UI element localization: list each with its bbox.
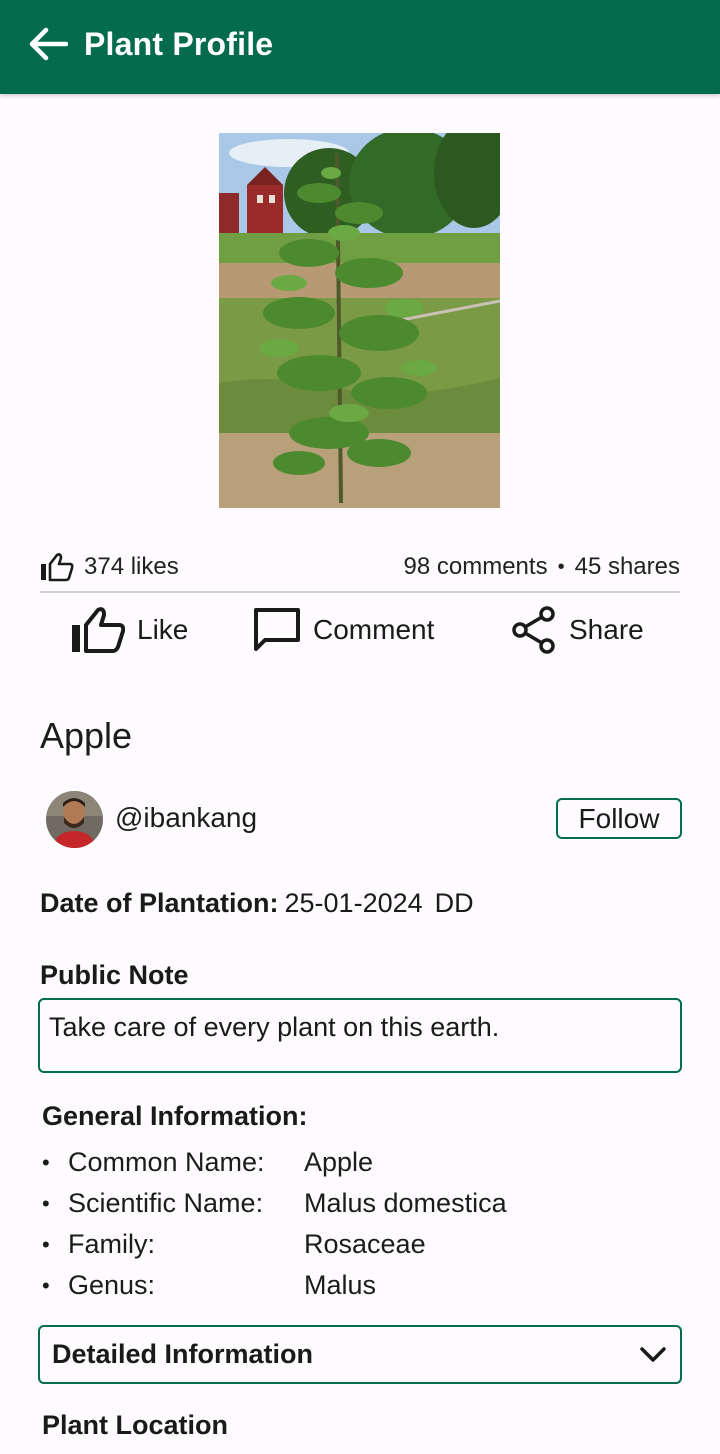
list-item: • Scientific Name: Malus domestica <box>42 1183 642 1224</box>
page-title: Plant Profile <box>84 26 274 62</box>
avatar[interactable] <box>46 791 103 848</box>
app-bar: Plant Profile <box>0 0 720 94</box>
list-item: • Family: Rosaceae <box>42 1224 642 1265</box>
info-key: Common Name: <box>68 1147 265 1177</box>
info-value: Apple <box>304 1147 374 1177</box>
public-note-title: Public Note <box>40 960 189 990</box>
bullet: • <box>42 1190 50 1216</box>
chevron-down-icon <box>638 1345 668 1365</box>
comment-button[interactable]: Comment <box>253 604 434 656</box>
stats-separator: • <box>557 555 565 578</box>
list-item: • Genus: Malus <box>42 1265 642 1306</box>
info-value: Rosaceae <box>304 1229 426 1259</box>
divider <box>40 591 680 593</box>
bullet: • <box>42 1272 50 1298</box>
thumb-up-icon <box>72 607 125 653</box>
comment-icon <box>254 608 300 651</box>
info-key: Scientific Name: <box>68 1188 264 1218</box>
share-icon <box>512 606 555 654</box>
arrow-back-icon <box>29 27 68 61</box>
info-value: Malus domestica <box>304 1188 507 1218</box>
bullet: • <box>42 1231 50 1257</box>
plant-photo[interactable] <box>219 133 500 508</box>
comments-count[interactable]: 98 comments <box>404 553 548 581</box>
general-info-list: • Common Name: Apple • Scientific Name: … <box>42 1142 642 1306</box>
detailed-info-label: Detailed Information <box>52 1339 314 1369</box>
general-info-title: General Information: <box>42 1101 308 1131</box>
share-label: Share <box>569 614 644 645</box>
comment-label: Comment <box>313 614 435 645</box>
share-button[interactable]: Share <box>511 604 644 656</box>
back-button[interactable] <box>26 24 70 64</box>
plantation-date-suffix: DD <box>434 888 474 918</box>
public-note-box: Take care of every plant on this earth. <box>38 998 682 1073</box>
owner-username[interactable]: @ibankang <box>115 802 257 834</box>
info-key: Genus: <box>68 1270 156 1300</box>
info-value: Malus <box>304 1270 377 1300</box>
like-label: Like <box>137 614 189 645</box>
info-key: Family: <box>68 1229 155 1259</box>
likes-count[interactable]: 374 likes <box>40 552 179 582</box>
bullet: • <box>42 1149 50 1175</box>
likes-text: 374 likes <box>84 553 179 580</box>
plant-location-title: Plant Location <box>42 1410 229 1440</box>
plantation-date-label: Date of Plantation: <box>40 888 279 918</box>
like-button[interactable]: Like <box>71 604 188 656</box>
detailed-info-dropdown[interactable]: Detailed Information <box>38 1325 682 1384</box>
plantation-date-value: 25-01-2024 <box>284 888 423 918</box>
engagement-stats: 374 likes 98 comments • 45 shares <box>40 548 680 586</box>
plant-name: Apple <box>40 715 133 756</box>
list-item: • Common Name: Apple <box>42 1142 642 1183</box>
follow-button[interactable]: Follow <box>556 798 682 839</box>
plantation-date-row: Date of Plantation: 25-01-2024 DD <box>40 888 474 919</box>
thumb-up-icon <box>41 553 74 582</box>
shares-count[interactable]: 45 shares <box>575 553 680 581</box>
